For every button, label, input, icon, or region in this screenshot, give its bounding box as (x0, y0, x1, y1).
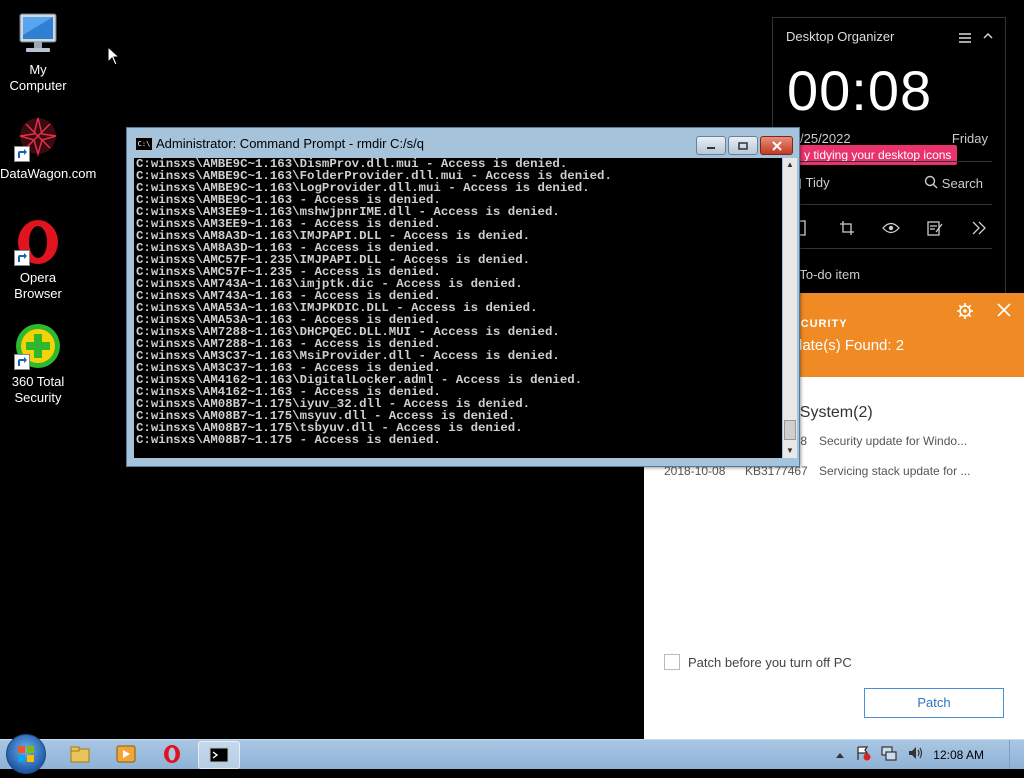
gear-icon[interactable] (956, 302, 974, 325)
patch-button[interactable]: Patch (864, 688, 1004, 718)
opera-icon (14, 218, 62, 266)
tray-expand-icon[interactable] (835, 748, 845, 762)
shortcut-arrow-icon (14, 146, 30, 162)
organizer-title: Desktop Organizer (786, 29, 895, 44)
desktop-icon-my-computer[interactable]: My Computer (0, 10, 76, 94)
desktop-organizer-panel: Desktop Organizer 00:08 /25/2022 Friday … (772, 17, 1006, 309)
vertical-scrollbar[interactable]: ▲ ▼ (783, 158, 797, 458)
organizer-tip-banner[interactable]: y tidying your desktop icons (798, 145, 958, 165)
taskbar-media-player[interactable] (106, 741, 146, 767)
system-tray: 12:08 AM (835, 740, 984, 769)
console-output[interactable]: C:winsxs\AMBE9C~1.163\DismProv.dll.mui -… (134, 158, 782, 458)
action-center-icon[interactable] (855, 745, 871, 764)
desktop-icon-label: Opera Browser (14, 270, 62, 301)
todo-label: To-do item (799, 267, 861, 282)
taskbar-opera[interactable] (152, 741, 192, 767)
desktop-icon-opera[interactable]: Opera Browser (0, 218, 76, 302)
crop-icon[interactable] (835, 218, 859, 238)
console-lines: C:winsxs\AMBE9C~1.163\DismProv.dll.mui -… (136, 158, 612, 446)
mouse-cursor-icon (107, 46, 121, 66)
patch-before-shutdown-checkbox[interactable]: Patch before you turn off PC (664, 654, 852, 670)
organizer-date: /25/2022 (800, 131, 851, 146)
cmd-icon: C:\ (135, 137, 153, 151)
desktop-icon-label: 360 Total Security (11, 374, 65, 405)
shortcut-arrow-icon (14, 354, 30, 370)
show-desktop-button[interactable] (1009, 740, 1024, 769)
search-label: Search (941, 176, 983, 191)
360-security-icon (14, 322, 62, 370)
scroll-down-icon[interactable]: ▼ (783, 444, 797, 458)
window-title: Administrator: Command Prompt - rmdir C:… (156, 136, 425, 151)
taskbar: 12:08 AM (0, 734, 1024, 774)
taskbar-clock[interactable]: 12:08 AM (933, 748, 984, 762)
divider (786, 248, 992, 249)
media-player-icon (116, 745, 136, 763)
divider (786, 204, 992, 205)
checkbox-box[interactable] (664, 654, 680, 670)
update-title: Servicing stack update for ... (819, 464, 971, 478)
desktop-icon-label: DataWagon.com (0, 166, 97, 181)
maximize-icon (738, 141, 748, 150)
opera-icon (164, 745, 180, 763)
start-button[interactable] (6, 734, 46, 774)
organizer-clock: 00:08 (787, 59, 933, 122)
todo-item-button[interactable]: )To-do item (795, 267, 860, 282)
cmd-icon (209, 747, 229, 763)
tidy-label: Tidy (805, 175, 830, 190)
taskbar-explorer[interactable] (60, 741, 100, 767)
eye-icon[interactable] (879, 218, 903, 238)
search-button[interactable]: Search (924, 175, 983, 192)
checkbox-label: Patch before you turn off PC (688, 654, 852, 670)
tidy-button[interactable]: ▯ Tidy (795, 175, 830, 191)
volume-icon[interactable] (907, 745, 923, 764)
more-icon[interactable] (967, 218, 991, 238)
collapse-icon[interactable] (983, 28, 993, 46)
desktop-icon-label: My Computer (9, 62, 67, 93)
maximize-button[interactable] (728, 136, 758, 155)
windows-logo-icon (18, 746, 34, 762)
computer-icon (14, 10, 62, 58)
network-icon[interactable] (881, 745, 897, 764)
divider (786, 161, 992, 162)
window-controls (696, 136, 793, 155)
update-title: Security update for Windo... (819, 434, 968, 448)
minimize-button[interactable] (696, 136, 726, 155)
close-icon (771, 140, 782, 151)
window-titlebar[interactable]: C:\ Administrator: Command Prompt - rmdi… (127, 128, 799, 158)
datawagon-icon (14, 114, 62, 162)
console-line: C:winsxs\AM08B7~1.175 - Access is denied… (136, 433, 441, 447)
minimize-icon (707, 146, 715, 149)
close-icon[interactable] (996, 302, 1012, 323)
explorer-icon (70, 746, 90, 763)
organizer-toolbar (791, 218, 991, 238)
desktop-icon-360-security[interactable]: 360 Total Security (0, 322, 76, 406)
update-group-heading[interactable]: r System(2) (790, 404, 873, 422)
scroll-up-icon[interactable]: ▲ (783, 158, 797, 172)
organizer-day: Friday (951, 131, 988, 146)
note-icon[interactable] (923, 218, 947, 238)
command-prompt-window[interactable]: C:\ Administrator: Command Prompt - rmdi… (126, 127, 800, 467)
updates-found-text: date(s) Found: 2 (794, 337, 905, 354)
search-icon (924, 175, 938, 192)
close-button[interactable] (760, 136, 793, 155)
desktop-icon-datawagon[interactable]: DataWagon.com (0, 114, 97, 182)
menu-icon[interactable] (959, 30, 971, 48)
taskbar-command-prompt[interactable] (198, 741, 240, 769)
shortcut-arrow-icon (14, 250, 30, 266)
scrollbar-thumb[interactable] (784, 420, 796, 440)
